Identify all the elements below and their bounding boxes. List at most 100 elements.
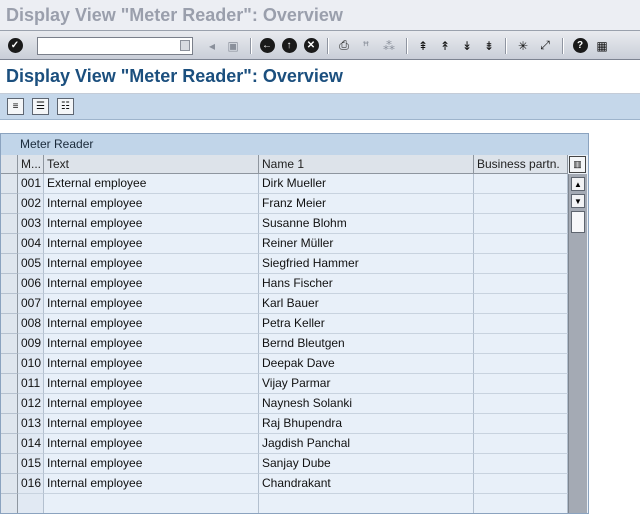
select-all-icon[interactable]: ☰ — [32, 98, 49, 115]
meter-reader-id-cell[interactable]: 005 — [18, 254, 44, 274]
shortcut-icon[interactable]: ⤢ — [536, 37, 554, 54]
scrollbar-thumb[interactable] — [571, 211, 585, 233]
scroll-down-icon[interactable]: ▼ — [571, 194, 585, 208]
name-cell[interactable]: Franz Meier — [259, 194, 474, 214]
save-icon[interactable]: ▣ — [224, 37, 242, 54]
text-cell[interactable]: Internal employee — [44, 354, 259, 374]
find-next-icon[interactable]: ⁂ — [380, 37, 398, 54]
row-selector[interactable] — [1, 414, 18, 434]
name-cell[interactable] — [259, 494, 474, 513]
text-cell[interactable]: Internal employee — [44, 194, 259, 214]
exit-icon[interactable]: ↑ — [280, 37, 298, 54]
name-cell[interactable]: Naynesh Solanki — [259, 394, 474, 414]
business-partner-cell[interactable] — [474, 494, 568, 513]
command-field[interactable] — [37, 37, 193, 55]
back-icon[interactable]: ← — [258, 37, 276, 54]
name-cell[interactable]: Bernd Bleutgen — [259, 334, 474, 354]
text-cell[interactable]: Internal employee — [44, 234, 259, 254]
name-cell[interactable]: Dirk Mueller — [259, 174, 474, 194]
text-cell[interactable]: Internal employee — [44, 394, 259, 414]
select-all-rows-corner[interactable] — [1, 155, 18, 174]
row-selector[interactable] — [1, 194, 18, 214]
text-cell[interactable]: Internal employee — [44, 274, 259, 294]
business-partner-cell[interactable] — [474, 334, 568, 354]
business-partner-cell[interactable] — [474, 474, 568, 494]
select-block-icon[interactable]: ☷ — [57, 98, 74, 115]
business-partner-cell[interactable] — [474, 414, 568, 434]
table-settings-icon[interactable]: ▥ — [569, 156, 586, 173]
meter-reader-id-cell[interactable]: 015 — [18, 454, 44, 474]
name-cell[interactable]: Raj Bhupendra — [259, 414, 474, 434]
name-cell[interactable]: Karl Bauer — [259, 294, 474, 314]
details-icon[interactable]: ≡ — [7, 98, 24, 115]
business-partner-cell[interactable] — [474, 314, 568, 334]
row-selector[interactable] — [1, 274, 18, 294]
meter-reader-id-cell[interactable]: 008 — [18, 314, 44, 334]
row-selector[interactable] — [1, 354, 18, 374]
meter-reader-id-cell[interactable]: 001 — [18, 174, 44, 194]
meter-reader-id-cell[interactable]: 012 — [18, 394, 44, 414]
name-cell[interactable]: Chandrakant — [259, 474, 474, 494]
cancel-icon[interactable]: ✕ — [302, 37, 320, 54]
text-cell[interactable]: Internal employee — [44, 454, 259, 474]
previous-page-icon[interactable]: ↟ — [436, 37, 454, 54]
print-icon[interactable]: ⎙ — [335, 37, 353, 54]
name-cell[interactable]: Vijay Parmar — [259, 374, 474, 394]
text-cell[interactable]: Internal employee — [44, 334, 259, 354]
row-selector[interactable] — [1, 454, 18, 474]
meter-reader-id-cell[interactable]: 003 — [18, 214, 44, 234]
name-cell[interactable]: Reiner Müller — [259, 234, 474, 254]
text-cell[interactable]: Internal employee — [44, 434, 259, 454]
text-cell[interactable]: Internal employee — [44, 474, 259, 494]
first-page-icon[interactable]: ⇞ — [414, 37, 432, 54]
meter-reader-id-cell[interactable]: 007 — [18, 294, 44, 314]
business-partner-cell[interactable] — [474, 374, 568, 394]
meter-reader-id-cell[interactable]: 004 — [18, 234, 44, 254]
name-cell[interactable]: Deepak Dave — [259, 354, 474, 374]
meter-reader-id-cell[interactable] — [18, 494, 44, 513]
business-partner-cell[interactable] — [474, 174, 568, 194]
name-cell[interactable]: Hans Fischer — [259, 274, 474, 294]
row-selector[interactable] — [1, 254, 18, 274]
business-partner-cell[interactable] — [474, 394, 568, 414]
column-header-business-partner[interactable]: Business partn. — [474, 155, 568, 174]
row-selector[interactable] — [1, 294, 18, 314]
meter-reader-id-cell[interactable]: 006 — [18, 274, 44, 294]
row-selector[interactable] — [1, 474, 18, 494]
meter-reader-id-cell[interactable]: 011 — [18, 374, 44, 394]
meter-reader-id-cell[interactable]: 013 — [18, 414, 44, 434]
text-cell[interactable]: External employee — [44, 174, 259, 194]
row-selector[interactable] — [1, 434, 18, 454]
row-selector[interactable] — [1, 494, 18, 513]
business-partner-cell[interactable] — [474, 234, 568, 254]
business-partner-cell[interactable] — [474, 294, 568, 314]
business-partner-cell[interactable] — [474, 194, 568, 214]
row-selector[interactable] — [1, 234, 18, 254]
text-cell[interactable]: Internal employee — [44, 254, 259, 274]
name-cell[interactable]: Susanne Blohm — [259, 214, 474, 234]
next-page-icon[interactable]: ↡ — [458, 37, 476, 54]
business-partner-cell[interactable] — [474, 214, 568, 234]
business-partner-cell[interactable] — [474, 434, 568, 454]
vertical-scrollbar[interactable]: ▲ ▼ — [568, 174, 587, 513]
name-cell[interactable]: Siegfried Hammer — [259, 254, 474, 274]
business-partner-cell[interactable] — [474, 354, 568, 374]
text-cell[interactable]: Internal employee — [44, 294, 259, 314]
last-page-icon[interactable]: ⇟ — [480, 37, 498, 54]
row-selector[interactable] — [1, 314, 18, 334]
row-selector[interactable] — [1, 374, 18, 394]
text-cell[interactable] — [44, 494, 259, 513]
command-history-dropdown-icon[interactable] — [180, 40, 190, 51]
name-cell[interactable]: Sanjay Dube — [259, 454, 474, 474]
command-input[interactable] — [38, 38, 182, 54]
business-partner-cell[interactable] — [474, 454, 568, 474]
help-icon[interactable]: ? — [571, 37, 589, 54]
new-session-icon[interactable]: ✳ — [514, 37, 532, 54]
find-icon[interactable]: ꟸ — [357, 37, 375, 54]
meter-reader-id-cell[interactable]: 002 — [18, 194, 44, 214]
row-selector[interactable] — [1, 394, 18, 414]
meter-reader-id-cell[interactable]: 009 — [18, 334, 44, 354]
back-arrow-small-icon[interactable]: ◂ — [203, 37, 221, 54]
meter-reader-id-cell[interactable]: 010 — [18, 354, 44, 374]
text-cell[interactable]: Internal employee — [44, 314, 259, 334]
